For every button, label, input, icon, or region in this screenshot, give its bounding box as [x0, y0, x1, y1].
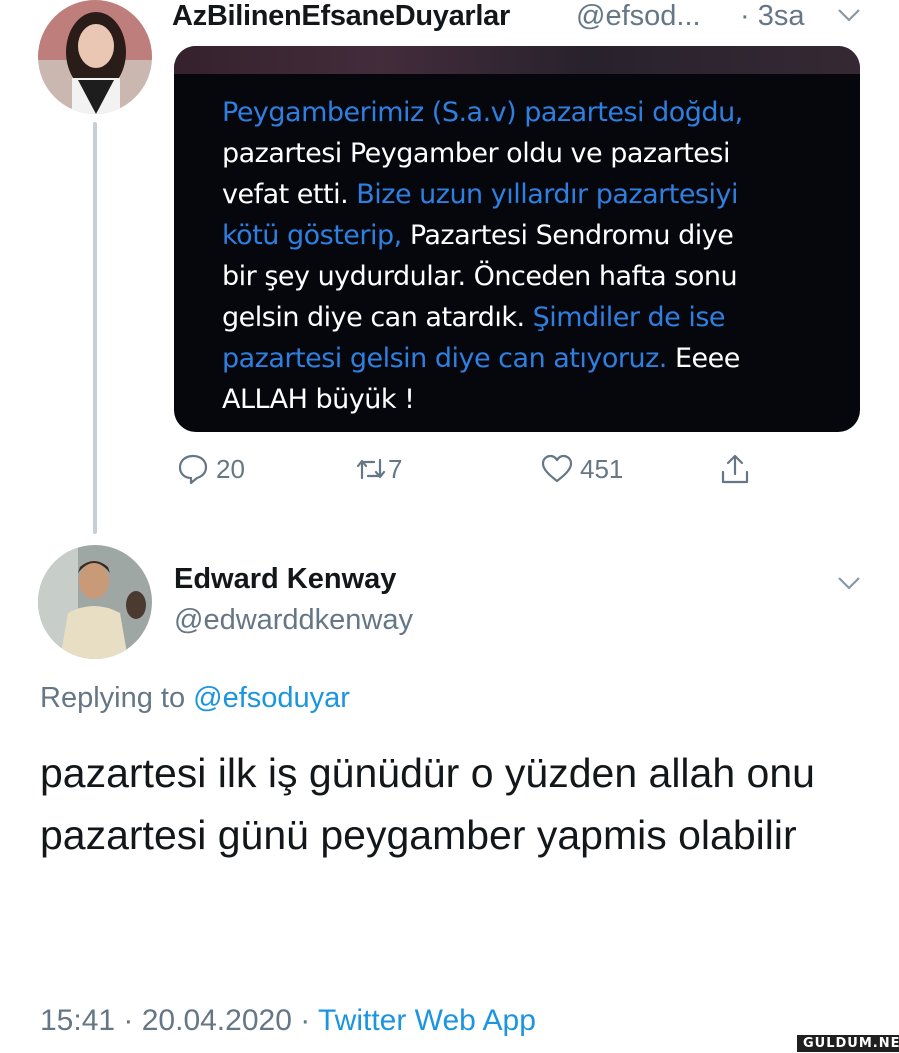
tweet1-time[interactable]: · 3sa	[740, 0, 804, 33]
retweet-count: 7	[388, 453, 403, 484]
tweet1-image[interactable]: Peygamberimiz (S.a.v) pazartesi doğdu, p…	[174, 46, 860, 432]
reply-count: 20	[216, 453, 245, 484]
image-text-line: pazartesi gelsin diye can atıyoruz. Eeee	[222, 343, 740, 374]
replying-to-link[interactable]: @efsoduyar	[193, 682, 350, 714]
heart-icon	[541, 454, 573, 483]
thread-connector-line	[93, 122, 97, 534]
retweet-icon	[356, 458, 386, 480]
retweet-button[interactable]: 7	[354, 452, 402, 486]
replying-prefix: Replying to	[40, 682, 194, 714]
like-button[interactable]: 451	[540, 452, 623, 486]
reply-button[interactable]: 20	[176, 452, 245, 486]
image-text-line: vefat etti. Bize uzun yıllardır pazartes…	[222, 179, 738, 210]
tweet2-meta: 15:41 · 20.04.2020 · Twitter Web App	[40, 1004, 536, 1038]
avatar-efsaneduyarlar[interactable]	[38, 0, 152, 114]
share-button[interactable]	[718, 452, 752, 486]
replying-to-line: Replying to @efsoduyar	[40, 682, 350, 715]
like-count: 451	[580, 453, 624, 484]
chevron-down-icon[interactable]	[836, 574, 862, 592]
tweet2-handle[interactable]: @edwarddkenway	[174, 604, 413, 637]
site-watermark: GULDUM.NET	[796, 1034, 899, 1053]
image-top-stripe	[174, 46, 860, 74]
image-text: Peygamberimiz (S.a.v) pazartesi doğdu, p…	[222, 92, 842, 420]
image-text-line: ALLAH büyük !	[222, 384, 415, 415]
reply-icon	[178, 454, 208, 485]
share-icon	[721, 454, 749, 484]
tweet2-timestamp[interactable]: 15:41 · 20.04.2020 ·	[40, 1004, 318, 1037]
tweet1-display-name[interactable]: AzBilinenEfsaneDuyarlar	[172, 0, 510, 33]
tweet2-text: pazartesi ilk iş günüdür o yüzden allah …	[40, 750, 815, 858]
image-text-line: gelsin diye can atardık. Şimdiler de ise	[222, 302, 726, 333]
tweet2-source-link[interactable]: Twitter Web App	[318, 1004, 536, 1037]
image-text-line: kötü gösterip, Pazartesi Sendromu diye	[222, 220, 734, 251]
image-text-line: bir şey uydurdular. Önceden hafta sonu	[222, 261, 738, 292]
tweet1-handle[interactable]: @efsod...	[576, 0, 701, 33]
avatar-edwardkenway[interactable]	[38, 545, 152, 659]
image-text-line: Peygamberimiz (S.a.v) pazartesi doğdu,	[222, 97, 743, 128]
tweet2-display-name[interactable]: Edward Kenway	[174, 563, 396, 596]
chevron-down-icon[interactable]	[836, 6, 862, 24]
image-text-line: pazartesi Peygamber oldu ve pazartesi	[222, 138, 730, 169]
